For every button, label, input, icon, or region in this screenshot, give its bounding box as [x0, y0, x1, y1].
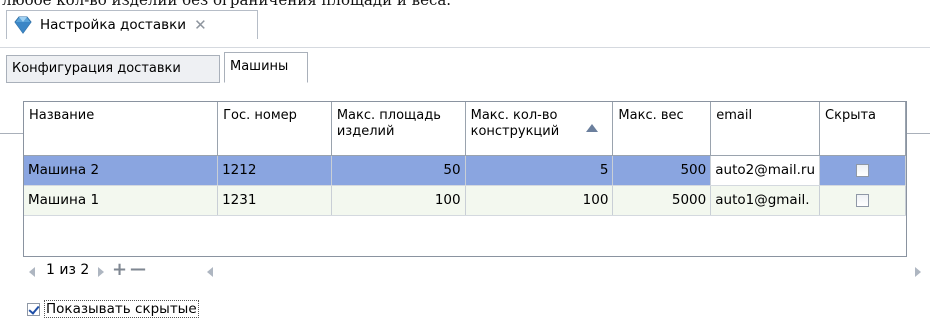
cell-hidden[interactable]: [819, 155, 906, 186]
page-indicator: 1 из 2: [46, 262, 90, 278]
cell-plate[interactable]: 1212: [217, 155, 332, 186]
column-header-email[interactable]: email: [710, 102, 821, 156]
scroll-right-icon[interactable]: [915, 267, 921, 277]
prev-record-icon[interactable]: [29, 267, 35, 277]
cell-name[interactable]: Машина 1: [24, 185, 219, 216]
cell-plate[interactable]: 1231: [217, 185, 332, 216]
cell-max-weight[interactable]: 5000: [612, 185, 712, 216]
sort-ascending-icon: [586, 124, 599, 132]
document-tabstrip: Настройка доставки ✕: [0, 8, 930, 48]
close-icon[interactable]: ✕: [194, 16, 207, 34]
subtabs: Конфигурация доставки Машины: [0, 49, 930, 134]
next-record-icon[interactable]: [98, 267, 104, 277]
cell-max-weight[interactable]: 500: [612, 155, 712, 186]
scroll-left-icon[interactable]: [207, 267, 213, 277]
hidden-checkbox[interactable]: [856, 163, 870, 177]
divider: [0, 47, 930, 48]
tab-vehicles[interactable]: Машины: [224, 52, 308, 83]
table-header-row: Название Гос. номер Макс. площадь издели…: [24, 102, 906, 156]
column-header-max-weight[interactable]: Макс. вес: [612, 102, 712, 156]
vehicles-table: Название Гос. номер Макс. площадь издели…: [24, 102, 906, 216]
column-header-plate[interactable]: Гос. номер: [217, 102, 332, 156]
cell-email[interactable]: auto1@gmail.: [710, 185, 821, 216]
show-hidden-label: Показывать скрытые: [44, 300, 199, 318]
cell-name[interactable]: Машина 2: [24, 155, 219, 186]
cell-email-editor[interactable]: auto2@mail.ru: [710, 155, 821, 186]
add-record-button[interactable]: +: [112, 259, 127, 280]
table-row[interactable]: Машина 1 1231 100 100 5000 auto1@gmail.: [24, 185, 906, 216]
gem-icon: [14, 16, 32, 34]
cell-max-area[interactable]: 100: [331, 185, 466, 216]
document-tab[interactable]: Настройка доставки ✕: [6, 10, 258, 39]
column-header-label: Макс. кол-во конструкций: [470, 108, 560, 139]
column-header-hidden[interactable]: Скрыта: [819, 102, 906, 156]
cell-max-count[interactable]: 5: [465, 155, 614, 186]
vehicles-grid: Название Гос. номер Макс. площадь издели…: [23, 101, 907, 257]
hidden-checkbox[interactable]: [856, 193, 870, 207]
table-row[interactable]: Машина 2 1212 50 5 500 auto2@mail.ru: [24, 155, 906, 186]
column-header-max-count[interactable]: Макс. кол-во конструкций: [465, 102, 614, 156]
tab-delivery-config[interactable]: Конфигурация доставки: [6, 55, 220, 83]
cell-max-area[interactable]: 50: [331, 155, 466, 186]
column-header-max-area[interactable]: Макс. площадь изделий: [331, 102, 466, 156]
document-tab-title: Настройка доставки: [40, 17, 187, 33]
cell-hidden[interactable]: [819, 185, 906, 216]
record-navigator: 1 из 2 + —: [24, 258, 906, 286]
checkbox-checked-icon[interactable]: [27, 302, 40, 316]
cell-max-count[interactable]: 100: [465, 185, 614, 216]
show-hidden-checkbox[interactable]: Показывать скрытые: [27, 300, 199, 318]
remove-record-button[interactable]: —: [130, 259, 146, 278]
column-header-name[interactable]: Название: [24, 102, 219, 156]
